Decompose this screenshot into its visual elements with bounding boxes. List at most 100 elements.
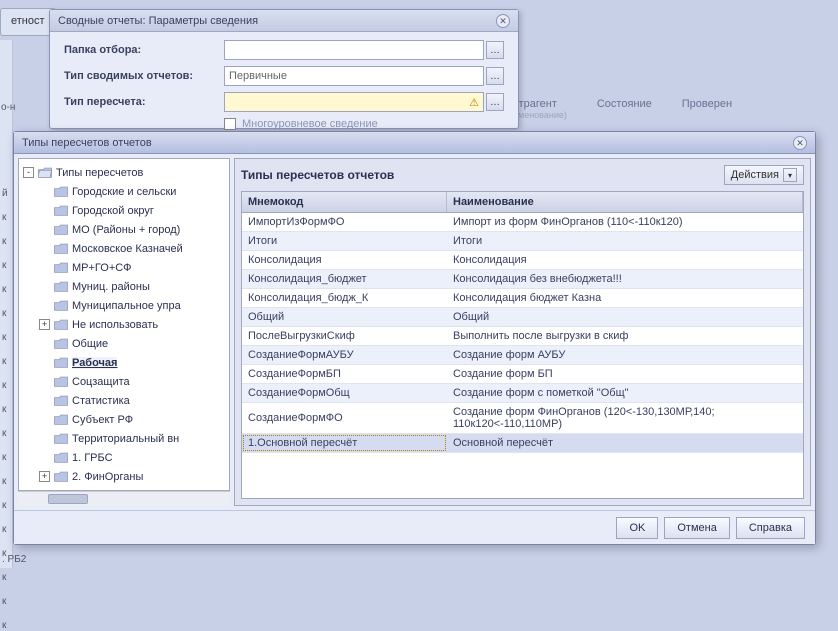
right-pane-title: Типы пересчетов отчетов: [241, 168, 394, 182]
expander-placeholder: [39, 338, 50, 349]
cell-mnemocode: Консолидация_бюдж_К: [242, 289, 447, 307]
table-row[interactable]: Консолидация_бюдж_ККонсолидация бюджет К…: [242, 289, 803, 308]
bg-tab-truncated: етност: [0, 8, 56, 36]
form-input[interactable]: Первичные: [224, 66, 484, 86]
form-label: Тип сводимых отчетов:: [64, 70, 224, 82]
cancel-button[interactable]: Отмена: [664, 517, 729, 539]
bg-grid-headers: Контрагент(наименование) Состояние Прове…: [500, 98, 838, 120]
ellipsis-button[interactable]: …: [486, 41, 504, 59]
tree-node-label: МР+ГО+СФ: [72, 262, 132, 274]
table-row[interactable]: СозданиеФормБПСоздание форм БП: [242, 365, 803, 384]
dlg1-titlebar[interactable]: Сводные отчеты: Параметры сведения ✕: [50, 10, 518, 32]
ok-button[interactable]: OK: [616, 517, 658, 539]
cell-name: Создание форм БП: [447, 365, 803, 383]
table-row[interactable]: ПослеВыгрузкиСкифВыполнить после выгрузк…: [242, 327, 803, 346]
table-row[interactable]: 1.Основной пересчётОсновной пересчёт: [242, 434, 803, 453]
dlg1-close-button[interactable]: ✕: [496, 14, 510, 28]
form-input[interactable]: [224, 40, 484, 60]
form-label: Папка отбора:: [64, 44, 224, 56]
tree-node[interactable]: +2. ФинОрганы: [21, 467, 227, 486]
folder-icon: [54, 376, 68, 387]
table-row[interactable]: СозданиеФормОбщСоздание форм с пометкой …: [242, 384, 803, 403]
folder-icon: [54, 395, 68, 406]
tree-node[interactable]: Московское Казначей: [21, 239, 227, 258]
tree-node[interactable]: МО (Районы + город): [21, 220, 227, 239]
tree-node[interactable]: Субъект РФ: [21, 410, 227, 429]
ellipsis-button[interactable]: …: [486, 67, 504, 85]
cell-name: Консолидация: [447, 251, 803, 269]
form-label: Тип пересчета:: [64, 96, 224, 108]
table-row[interactable]: Консолидация_бюджетКонсолидация без внеб…: [242, 270, 803, 289]
tree-node[interactable]: Общие: [21, 334, 227, 353]
col-header-mnemocode[interactable]: Мнемокод: [242, 192, 447, 212]
tree-node-label: Муниципальное упра: [72, 300, 181, 312]
warning-icon: ⚠: [469, 96, 479, 109]
tree-node-label: Субъект РФ: [72, 414, 133, 426]
folder-icon: [54, 205, 68, 216]
tree-node[interactable]: Городские и сельски: [21, 182, 227, 201]
tree-node[interactable]: -Типы пересчетов: [21, 163, 227, 182]
table-row[interactable]: ОбщийОбщий: [242, 308, 803, 327]
tree-node[interactable]: Статистика: [21, 391, 227, 410]
tree-node-label: 1. ГРБС: [72, 452, 113, 464]
folder-icon: [54, 414, 68, 425]
tree-node[interactable]: Территориальный вн: [21, 429, 227, 448]
folder-icon: [54, 357, 68, 368]
cell-name: Импорт из форм ФинОрганов (110<-110к120): [447, 213, 803, 231]
tree-horizontal-scrollbar[interactable]: [18, 491, 230, 506]
col-header-name[interactable]: Наименование: [447, 192, 803, 212]
actions-button[interactable]: Действия ▾: [724, 165, 804, 185]
dlg2-title: Типы пересчетов отчетов: [22, 132, 152, 154]
tree-node[interactable]: Городской округ: [21, 201, 227, 220]
multilevel-checkbox[interactable]: [224, 118, 236, 130]
ellipsis-button[interactable]: …: [486, 93, 504, 111]
tree-node-label: Рабочая: [72, 357, 117, 369]
form-input[interactable]: ⚠: [224, 92, 484, 112]
dlg2-titlebar[interactable]: Типы пересчетов отчетов ✕: [14, 132, 815, 154]
bg-vlabel: о-н: [1, 102, 15, 113]
table-row[interactable]: КонсолидацияКонсолидация: [242, 251, 803, 270]
tree-pane[interactable]: -Типы пересчетовГородские и сельски Город…: [18, 158, 230, 491]
cell-mnemocode: СозданиеФормБП: [242, 365, 447, 383]
table-row[interactable]: СозданиеФормФОСоздание форм ФинОрганов (…: [242, 403, 803, 434]
cell-name: Консолидация бюджет Казна: [447, 289, 803, 307]
grid: Мнемокод Наименование ИмпортИзФормФОИмпо…: [241, 191, 804, 499]
table-row[interactable]: ИмпортИзФормФОИмпорт из форм ФинОрганов …: [242, 213, 803, 232]
folder-icon: [54, 319, 68, 330]
tree-node[interactable]: +Не использовать: [21, 315, 227, 334]
tree-node-label: Статистика: [72, 395, 130, 407]
expander-placeholder: [39, 395, 50, 406]
form-row: Тип сводимых отчетов:Первичные…: [64, 66, 504, 86]
tree-node-label: Московское Казначей: [72, 243, 183, 255]
tree-node[interactable]: МР+ГО+СФ: [21, 258, 227, 277]
cell-name: Общий: [447, 308, 803, 326]
collapse-icon[interactable]: -: [23, 167, 34, 178]
folder-icon: [54, 433, 68, 444]
cell-name: Основной пересчёт: [447, 434, 803, 452]
dialog-recalc-types: Типы пересчетов отчетов ✕ -Типы пересчет…: [13, 131, 816, 545]
table-row[interactable]: ИтогиИтоги: [242, 232, 803, 251]
grid-body[interactable]: ИмпортИзФормФОИмпорт из форм ФинОрганов …: [242, 213, 803, 498]
tree-node[interactable]: Муниц. районы: [21, 277, 227, 296]
tree-node[interactable]: Муниципальное упра: [21, 296, 227, 315]
tree-node[interactable]: Рабочая: [21, 353, 227, 372]
folder-icon: [54, 224, 68, 235]
tree-node[interactable]: Соцзащита: [21, 372, 227, 391]
expand-icon[interactable]: +: [39, 319, 50, 330]
expander-placeholder: [39, 205, 50, 216]
form-row: Тип пересчета: ⚠ …: [64, 92, 504, 112]
chevron-down-icon[interactable]: ▾: [783, 168, 797, 182]
expander-placeholder: [39, 357, 50, 368]
tree-node-label: Городской округ: [72, 205, 154, 217]
dlg2-footer: OK Отмена Справка: [14, 510, 815, 544]
tree-node[interactable]: 1. ГРБС: [21, 448, 227, 467]
tree-node-label: Соцзащита: [72, 376, 130, 388]
cell-name: Создание форм ФинОрганов (120<-130,130МР…: [447, 403, 803, 433]
dialog-svodnye-params: Сводные отчеты: Параметры сведения ✕ Пап…: [49, 9, 519, 129]
folder-icon: [54, 281, 68, 292]
help-button[interactable]: Справка: [736, 517, 805, 539]
checkbox-row: Многоуровневое сведение: [64, 118, 504, 130]
expand-icon[interactable]: +: [39, 471, 50, 482]
table-row[interactable]: СозданиеФормАУБУСоздание форм АУБУ: [242, 346, 803, 365]
dlg2-close-button[interactable]: ✕: [793, 136, 807, 150]
